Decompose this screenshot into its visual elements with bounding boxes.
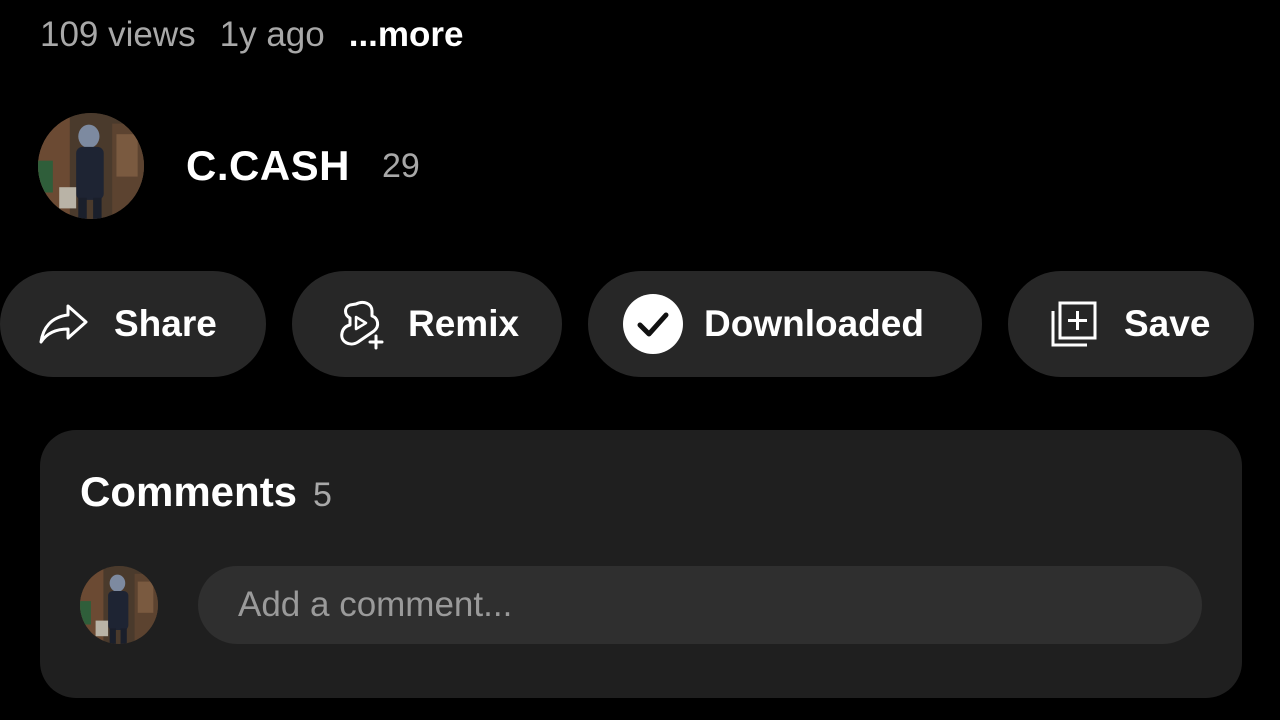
view-count: 109 views: [40, 15, 196, 54]
action-bar: Share Remix Downloaded Save: [0, 271, 1280, 377]
check-circle-icon: [622, 293, 684, 355]
comments-title: Comments: [80, 468, 298, 515]
video-details-panel: 109 views 1y ago ...more C.CASH 29 Share…: [0, 0, 1280, 720]
share-arrow-icon: [38, 302, 90, 346]
downloaded-button[interactable]: Downloaded: [588, 271, 982, 377]
user-avatar-image: [80, 566, 158, 644]
channel-avatar-image: [38, 113, 144, 219]
user-avatar: [80, 566, 158, 644]
comments-header: Comments 5: [80, 468, 332, 518]
more-description-link[interactable]: ...more: [349, 15, 464, 55]
save-label: Save: [1124, 303, 1211, 344]
add-to-playlist-icon: [1050, 300, 1098, 348]
share-label: Share: [114, 303, 217, 344]
downloaded-label: Downloaded: [704, 303, 924, 344]
save-button[interactable]: Save: [1008, 271, 1254, 377]
share-button[interactable]: Share: [0, 271, 266, 377]
comment-input[interactable]: [198, 566, 1202, 644]
comments-section[interactable]: Comments 5: [40, 430, 1242, 698]
channel-avatar[interactable]: [38, 113, 144, 219]
remix-icon: [336, 298, 388, 350]
channel-row[interactable]: C.CASH 29: [38, 113, 420, 219]
subscriber-count: 29: [382, 146, 420, 185]
remix-label: Remix: [408, 303, 520, 344]
channel-name[interactable]: C.CASH: [186, 142, 350, 190]
video-meta-line: 109 views 1y ago ...more: [40, 12, 464, 58]
remix-button[interactable]: Remix: [292, 271, 562, 377]
upload-age: 1y ago: [219, 15, 325, 54]
comments-count: 5: [313, 476, 332, 514]
